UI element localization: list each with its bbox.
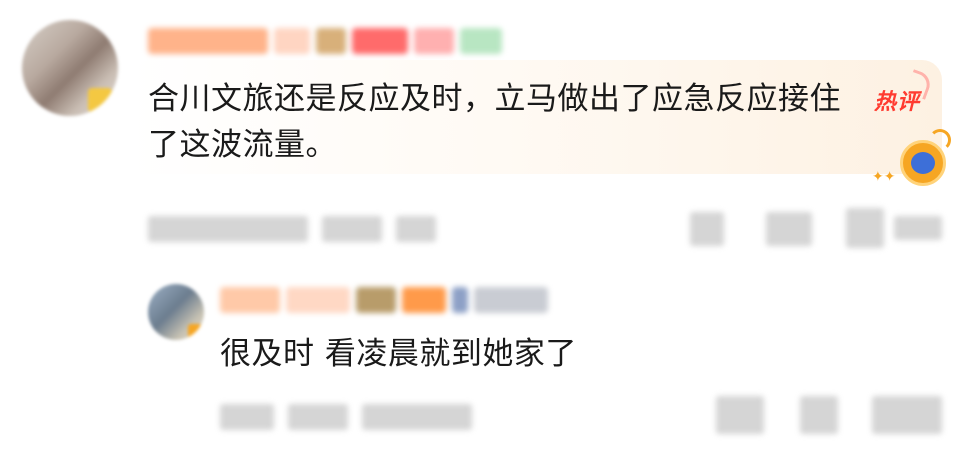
reply-share-icon[interactable] — [716, 396, 764, 434]
comment-text-line: 合川文旅还是反应及时，立马做出了应急反应接住 — [148, 81, 841, 117]
reply-avatar[interactable] — [148, 284, 204, 340]
comment-icon[interactable] — [766, 212, 812, 246]
astronaut-mascot-icon — [900, 129, 951, 186]
comment-thread: 热评 合川文旅还是反应及时，立马做出了应急反应接住 了这波流量。 ✦✦ 很及时 … — [0, 0, 961, 452]
reply-meta-redacted — [220, 404, 472, 430]
comment-text-line: 了这波流量。 — [148, 127, 337, 163]
reply-comment-icon[interactable] — [800, 396, 838, 434]
reply-username-redacted[interactable] — [220, 287, 548, 313]
username-redacted[interactable] — [148, 28, 502, 54]
sparkle-icon: ✦✦ — [872, 169, 896, 185]
share-icon[interactable] — [690, 212, 724, 246]
reply-text: 很及时 看凌晨就到她家了 — [220, 336, 577, 372]
reply-like-icon[interactable] — [872, 396, 942, 434]
comment-meta-redacted — [148, 216, 436, 242]
avatar[interactable] — [22, 20, 118, 116]
like-icon[interactable] — [846, 208, 942, 248]
comment-text: 合川文旅还是反应及时，立马做出了应急反应接住 了这波流量。 — [148, 76, 908, 168]
